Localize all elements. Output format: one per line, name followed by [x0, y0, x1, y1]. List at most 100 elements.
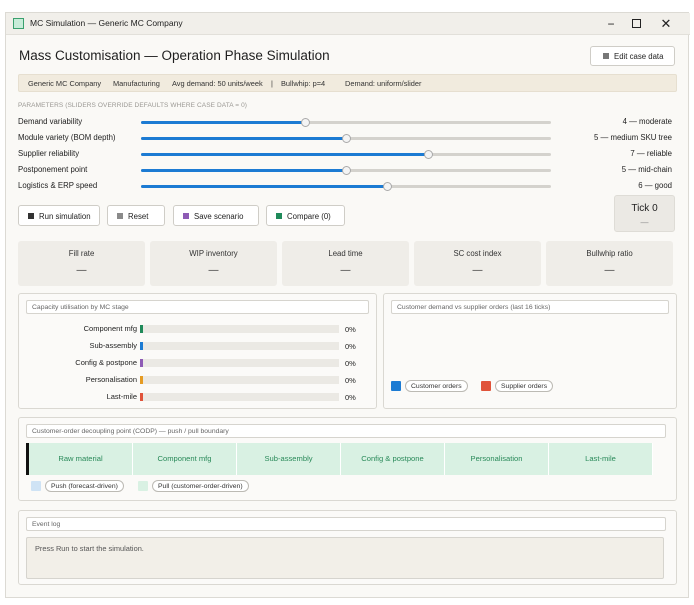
slider-fill	[141, 153, 428, 156]
capacity-bar	[140, 325, 339, 333]
codp-stage-cell[interactable]: Config & postpone	[341, 443, 445, 475]
demand-chart-panel: Customer demand vs supplier orders (last…	[383, 293, 677, 409]
kpi-value: —	[472, 265, 483, 276]
kpi-card: WIP inventory —	[150, 241, 277, 286]
capacity-bar	[140, 393, 339, 401]
page-title: Mass Customisation — Operation Phase Sim…	[19, 48, 330, 63]
param-value: 5 — mid-chain	[621, 165, 672, 174]
app-window: MC Simulation — Generic MC Company − ✕ M…	[5, 12, 690, 598]
save-scenario-button[interactable]: Save scenario	[173, 205, 259, 226]
app-icon	[13, 18, 24, 29]
run-simulation-button[interactable]: Run simulation	[18, 205, 100, 226]
param-label: Logistics & ERP speed	[18, 181, 98, 190]
param-slider[interactable]	[141, 118, 551, 127]
tick-sub: —	[640, 218, 649, 227]
minimize-button[interactable]: −	[603, 16, 619, 32]
capacity-stage-label: Sub-assembly	[89, 341, 137, 350]
case-info-bar: Generic MC Company Manufacturing Avg dem…	[18, 74, 677, 92]
codp-panel: Customer-order decoupling point (CODP) —…	[18, 417, 677, 501]
compare-button[interactable]: Compare (0)	[266, 205, 345, 226]
compare-icon	[276, 212, 282, 219]
info-bullwhip: Bullwhip: p=4	[281, 79, 326, 88]
close-button[interactable]: ✕	[658, 16, 674, 32]
edit-case-data-label: Edit case data	[614, 52, 664, 61]
param-label: Module variety (BOM depth)	[18, 133, 116, 142]
window-title: MC Simulation — Generic MC Company	[30, 18, 183, 28]
codp-stage-cell[interactable]: Raw material	[29, 443, 133, 475]
info-separator: |	[271, 79, 273, 88]
run-icon	[28, 212, 34, 219]
save-icon	[183, 212, 189, 219]
maximize-icon	[631, 19, 641, 28]
param-slider[interactable]	[141, 150, 551, 159]
param-label: Demand variability	[18, 117, 83, 126]
event-log-caption: Event log	[26, 517, 666, 531]
parameters-caption: PARAMETERS (SLIDERS OVERRIDE DEFAULTS WH…	[18, 102, 248, 109]
param-slider[interactable]	[141, 166, 551, 175]
param-label: Postponement point	[18, 165, 88, 174]
info-sector: Manufacturing	[113, 79, 160, 88]
capacity-bar	[140, 376, 339, 384]
slider-thumb[interactable]	[341, 166, 351, 175]
pull-legend-swatch	[138, 481, 148, 491]
param-value: 5 — medium SKU tree	[594, 133, 672, 142]
slider-thumb[interactable]	[423, 150, 433, 159]
run-simulation-label: Run simulation	[39, 212, 91, 221]
capacity-pct: 0%	[345, 376, 356, 385]
slider-fill	[141, 121, 305, 124]
codp-stage-cell[interactable]: Component mfg	[133, 443, 237, 475]
capacity-stage-label: Last-mile	[106, 392, 137, 401]
capacity-stage-label: Component mfg	[83, 324, 137, 333]
maximize-button[interactable]	[628, 16, 644, 32]
slider-thumb[interactable]	[382, 182, 392, 191]
capacity-stage-label: Config & postpone	[75, 358, 137, 367]
compare-label: Compare (0)	[287, 212, 331, 221]
codp-boundary-marker[interactable]	[26, 443, 29, 475]
param-slider[interactable]	[141, 182, 551, 191]
kpi-value: —	[208, 265, 219, 276]
capacity-pct: 0%	[345, 342, 356, 351]
capacity-bar	[140, 342, 339, 350]
slider-fill	[141, 185, 387, 188]
push-legend-label: Push (forecast-driven)	[45, 480, 124, 492]
param-slider[interactable]	[141, 134, 551, 143]
codp-stage-cell[interactable]: Sub-assembly	[237, 443, 341, 475]
param-value: 7 — reliable	[630, 149, 672, 158]
capacity-row: Component mfg 0%	[19, 324, 379, 336]
title-bar: MC Simulation — Generic MC Company − ✕	[6, 13, 690, 35]
kpi-card: Fill rate —	[18, 241, 145, 286]
capacity-bar	[140, 359, 339, 367]
event-log-panel: Event log Press Run to start the simulat…	[18, 510, 677, 585]
kpi-label: Lead time	[328, 249, 363, 258]
slider-thumb[interactable]	[341, 134, 351, 143]
capacity-panel: Capacity utilisation by MC stage Compone…	[18, 293, 377, 409]
slider-fill	[141, 137, 346, 140]
kpi-label: WIP inventory	[189, 249, 238, 258]
capacity-bar-fill	[140, 393, 143, 401]
capacity-bar-fill	[140, 359, 143, 367]
kpi-label: Bullwhip ratio	[586, 249, 633, 258]
slider-thumb[interactable]	[300, 118, 310, 127]
demand-chart-caption: Customer demand vs supplier orders (last…	[391, 300, 669, 314]
reset-button[interactable]: Reset	[107, 205, 165, 226]
capacity-row: Personalisation 0%	[19, 375, 379, 387]
supplier-orders-legend-label: Supplier orders	[495, 380, 554, 392]
tick-label: Tick 0	[631, 203, 658, 214]
codp-caption: Customer-order decoupling point (CODP) —…	[26, 424, 666, 438]
event-log-box[interactable]: Press Run to start the simulation.	[26, 537, 664, 579]
capacity-caption: Capacity utilisation by MC stage	[26, 300, 369, 314]
reset-label: Reset	[128, 212, 149, 221]
kpi-label: Fill rate	[68, 249, 95, 258]
reset-icon	[117, 212, 123, 219]
info-avg-demand: Avg demand: 50 units/week	[172, 79, 263, 88]
codp-stage-cell[interactable]: Last-mile	[549, 443, 653, 475]
kpi-card: Bullwhip ratio —	[546, 241, 673, 286]
info-company: Generic MC Company	[28, 79, 102, 88]
capacity-pct: 0%	[345, 325, 356, 334]
kpi-label: SC cost index	[453, 249, 502, 258]
tick-counter: Tick 0 —	[614, 195, 675, 232]
edit-case-data-button[interactable]: Edit case data	[590, 46, 675, 66]
save-scenario-label: Save scenario	[194, 212, 244, 221]
codp-stage-cell[interactable]: Personalisation	[445, 443, 549, 475]
capacity-pct: 0%	[345, 359, 356, 368]
